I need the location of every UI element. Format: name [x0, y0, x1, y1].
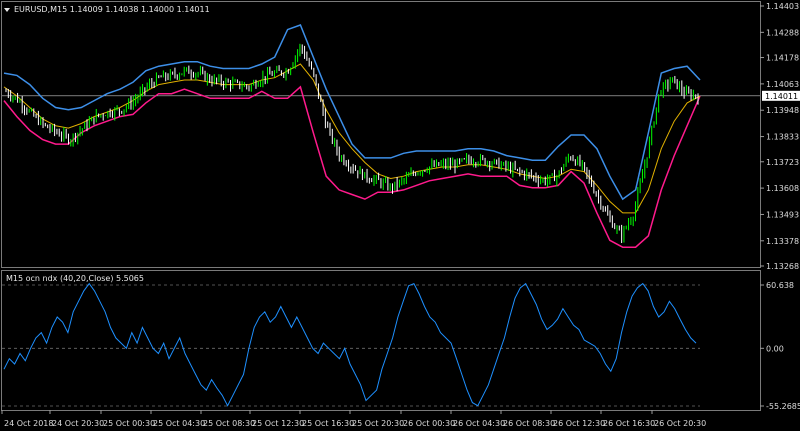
- time-tick-label: 26 Oct 08:30: [503, 419, 555, 428]
- indicator-panel-frame: [1, 270, 761, 411]
- triangle-down-icon[interactable]: [4, 8, 10, 12]
- bands-layer: [3, 24, 701, 248]
- current-price-text: 1.14011: [765, 92, 798, 101]
- price-tick-label: 1.14288: [766, 28, 799, 37]
- price-panel-frame: [1, 1, 761, 268]
- price-tick-label: 1.13608: [766, 184, 799, 193]
- oscillator-line: [3, 282, 697, 407]
- price-tick-label: 1.13833: [766, 133, 799, 142]
- price-tick-label: 1.13268: [766, 262, 799, 271]
- time-tick-label: 25 Oct 12:30: [252, 419, 304, 428]
- moving-average-line: [3, 63, 701, 214]
- time-tick-label: 25 Oct 08:30: [203, 419, 255, 428]
- time-tick-label: 24 Oct 20:30: [52, 419, 104, 428]
- time-tick-label: 26 Oct 20:30: [654, 419, 706, 428]
- price-tick-label: 1.14178: [766, 54, 799, 63]
- time-tick-label: 24 Oct 2018: [4, 419, 53, 428]
- price-tick-label: 1.13378: [766, 237, 799, 246]
- price-tick-label: 1.14063: [766, 80, 799, 89]
- price-tick-label: 1.13723: [766, 158, 799, 167]
- time-tick-label: 25 Oct 00:30: [103, 419, 155, 428]
- time-tick-label: 26 Oct 00:30: [403, 419, 455, 428]
- oscillator-tick-label: 0.00: [766, 344, 784, 353]
- indicator-label: M15 ocn ndx (40,20,Close) 5.5065: [6, 274, 144, 283]
- trading-chart[interactable]: 1.14403 1.14288 1.14178 1.14063 1.13948 1.138…: [0, 0, 800, 431]
- time-tick-label: 25 Oct 04:30: [153, 419, 205, 428]
- oscillator-tick-label: -55.2685: [766, 402, 800, 411]
- price-axis: 1.14403 1.14288 1.14178 1.14063 1.13948 1.138…: [2, 2, 799, 271]
- symbol-header: EURUSD,M15 1.14009 1.14038 1.14000 1.140…: [14, 5, 210, 14]
- price-tick-label: 1.14403: [766, 2, 799, 11]
- time-tick-label: 26 Oct 12:30: [553, 419, 605, 428]
- price-tick-label: 1.13493: [766, 210, 799, 219]
- time-tick-label: 25 Oct 16:30: [302, 419, 354, 428]
- lower-band-line: [3, 85, 701, 248]
- price-tick-label: 1.13948: [766, 106, 799, 115]
- time-axis: 24 Oct 201824 Oct 20:3025 Oct 00:3025 Oc…: [1, 410, 706, 428]
- time-tick-label: 26 Oct 04:30: [453, 419, 505, 428]
- oscillator-tick-label: 60.638: [766, 281, 794, 290]
- time-tick-label: 25 Oct 20:30: [352, 419, 404, 428]
- oscillator-layer: 60.638 0.00 -55.2685: [2, 281, 800, 411]
- time-tick-label: 26 Oct 16:30: [603, 419, 655, 428]
